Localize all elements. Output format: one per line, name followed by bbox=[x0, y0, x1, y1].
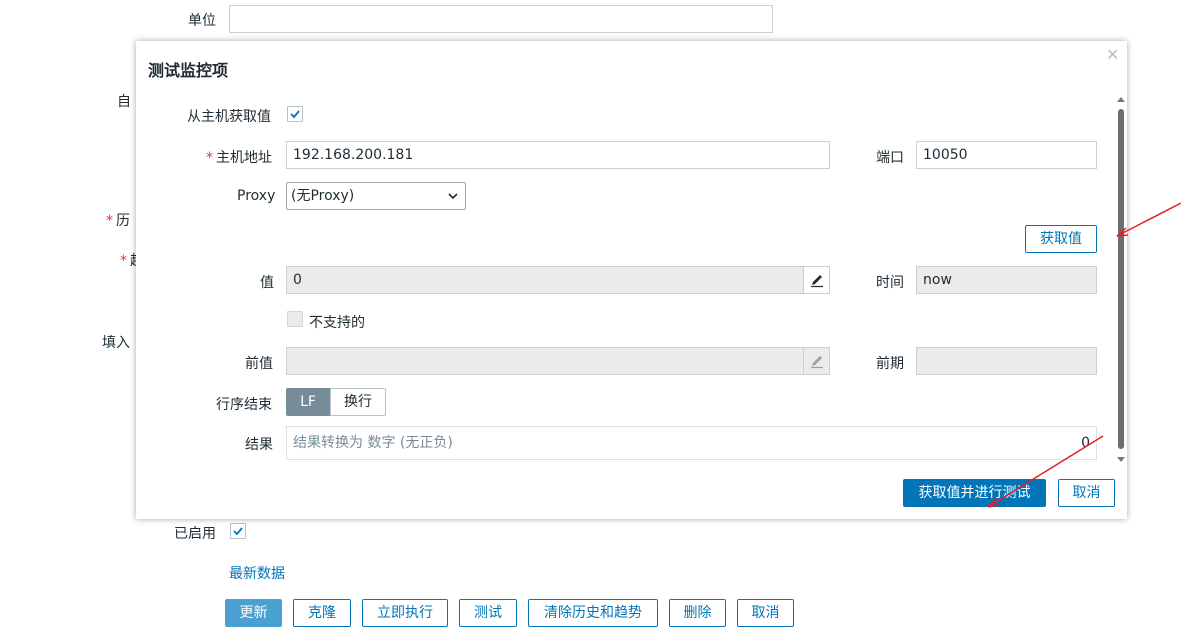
prev-value-field[interactable] bbox=[286, 347, 830, 375]
test-button[interactable]: 测试 bbox=[459, 599, 517, 627]
test-item-dialog: 测试监控项 ✕ 从主机获取值 * 主机地址 192.168.200.181 端口 … bbox=[136, 41, 1127, 519]
scroll-thumb[interactable] bbox=[1118, 109, 1124, 449]
eol-option-lf[interactable]: LF bbox=[286, 388, 330, 416]
get-from-host-label: 从主机获取值 bbox=[187, 109, 271, 125]
result-placeholder: 结果转换为 数字 (无正负) bbox=[293, 435, 453, 451]
get-value-button[interactable]: 获取值 bbox=[1025, 225, 1097, 253]
execute-now-button[interactable]: 立即执行 bbox=[362, 599, 448, 627]
time-field[interactable]: now bbox=[916, 266, 1097, 294]
chevron-down-icon bbox=[448, 193, 458, 200]
not-supported-label: 不支持的 bbox=[309, 315, 365, 331]
eol-label: 行序结束 bbox=[216, 397, 272, 413]
clear-history-button[interactable]: 清除历史和趋势 bbox=[528, 599, 658, 627]
result-field[interactable]: 结果转换为 数字 (无正负) 0 bbox=[286, 426, 1097, 460]
enabled-checkbox[interactable] bbox=[230, 523, 246, 539]
cancel-form-button[interactable]: 取消 bbox=[737, 599, 794, 627]
host-address-input[interactable]: 192.168.200.181 bbox=[286, 141, 830, 169]
proxy-selected-value: (无Proxy) bbox=[291, 188, 355, 204]
checkmark-icon bbox=[290, 110, 300, 119]
result-label: 结果 bbox=[245, 437, 273, 453]
dialog-scrollbar[interactable] bbox=[1114, 97, 1128, 463]
dialog-title: 测试监控项 bbox=[148, 61, 229, 80]
eol-option-crlf[interactable]: 换行 bbox=[330, 388, 386, 416]
unit-input[interactable] bbox=[229, 5, 773, 33]
dialog-cancel-button[interactable]: 取消 bbox=[1058, 479, 1115, 507]
bg-partial-label-fill: 填入 bbox=[102, 335, 130, 351]
value-field[interactable]: 0 bbox=[286, 266, 830, 294]
close-icon[interactable]: ✕ bbox=[1106, 45, 1119, 64]
pencil-icon bbox=[811, 356, 823, 369]
proxy-select[interactable]: (无Proxy) bbox=[286, 182, 466, 210]
enabled-label: 已启用 bbox=[174, 526, 216, 542]
clone-button[interactable]: 克隆 bbox=[293, 599, 351, 627]
bg-partial-label-history: * 历 bbox=[106, 213, 130, 229]
pencil-icon bbox=[811, 275, 823, 288]
get-from-host-checkbox[interactable] bbox=[287, 106, 303, 122]
time-label: 时间 bbox=[876, 275, 904, 291]
prev-value-label: 前值 bbox=[245, 356, 273, 372]
prev-time-label: 前期 bbox=[876, 356, 904, 372]
edit-value-button[interactable] bbox=[803, 267, 829, 293]
scroll-up-icon[interactable] bbox=[1117, 97, 1125, 102]
result-value: 0 bbox=[1081, 435, 1090, 451]
unit-label: 单位 bbox=[188, 13, 216, 29]
host-address-label: * 主机地址 bbox=[206, 150, 272, 166]
checkmark-icon bbox=[233, 527, 243, 536]
prev-time-field[interactable] bbox=[916, 347, 1097, 375]
scroll-down-icon[interactable] bbox=[1117, 457, 1125, 462]
edit-prev-value-button bbox=[803, 348, 829, 374]
bg-partial-label-custom: 自 bbox=[117, 94, 131, 110]
not-supported-checkbox[interactable] bbox=[287, 311, 303, 327]
latest-data-link[interactable]: 最新数据 bbox=[229, 563, 285, 583]
delete-button[interactable]: 删除 bbox=[669, 599, 726, 627]
update-button[interactable]: 更新 bbox=[225, 599, 282, 627]
get-value-and-test-button[interactable]: 获取值并进行测试 bbox=[903, 479, 1046, 507]
value-text: 0 bbox=[293, 272, 302, 288]
value-label: 值 bbox=[260, 275, 274, 291]
port-label: 端口 bbox=[876, 150, 904, 166]
proxy-label: Proxy bbox=[237, 188, 276, 204]
port-input[interactable]: 10050 bbox=[916, 141, 1097, 169]
